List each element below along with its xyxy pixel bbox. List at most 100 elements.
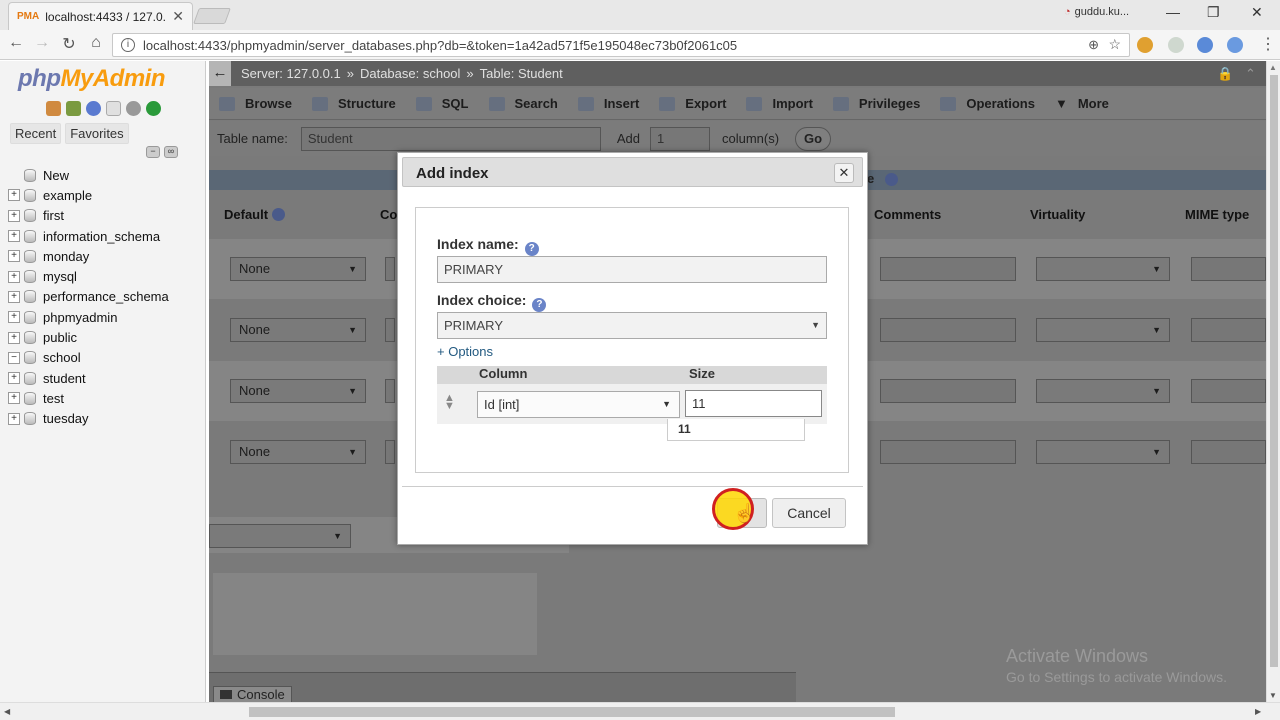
dialog-close-icon[interactable]: ✕: [834, 163, 854, 183]
expand-icon[interactable]: +: [8, 189, 20, 202]
scroll-up-icon[interactable]: ▲: [1269, 63, 1277, 72]
default-select[interactable]: None ▼: [230, 257, 366, 281]
add-columns-input[interactable]: 1: [649, 126, 710, 151]
reload-button[interactable]: ↻: [58, 34, 80, 54]
horizontal-scroll-thumb[interactable]: [249, 707, 895, 717]
collapse-icon[interactable]: −: [8, 351, 20, 364]
lock-icon[interactable]: 🔒: [1217, 66, 1233, 82]
help-icon[interactable]: [272, 208, 286, 221]
expand-icon[interactable]: +: [8, 311, 20, 324]
reload-nav-icon[interactable]: [146, 101, 161, 116]
tab-browse[interactable]: Browse: [209, 88, 302, 120]
tab-import[interactable]: Import: [736, 88, 822, 120]
tab-sql[interactable]: SQL: [406, 88, 479, 120]
scroll-right-icon[interactable]: ▶: [1255, 707, 1261, 716]
tree-item-new[interactable]: New: [8, 165, 169, 185]
comments-input[interactable]: [880, 318, 1016, 342]
comments-input[interactable]: [880, 257, 1016, 281]
tree-item-school[interactable]: − school: [8, 348, 169, 368]
expand-icon[interactable]: +: [8, 331, 20, 344]
tab-operations[interactable]: Operations: [930, 88, 1045, 120]
help-icon[interactable]: [86, 101, 101, 116]
default-select[interactable]: None ▼: [230, 318, 366, 342]
breadcrumb-server[interactable]: Server: 127.0.0.1: [241, 66, 341, 81]
profile-button[interactable]: ◔ guddu.ku...: [1064, 6, 1129, 18]
vertical-scrollbar[interactable]: ▲ ▼: [1266, 61, 1280, 702]
back-button[interactable]: ←: [5, 34, 27, 52]
collation-select[interactable]: [385, 440, 395, 464]
collation-select[interactable]: [385, 318, 395, 342]
breadcrumb-database[interactable]: Database: school: [360, 66, 460, 81]
tab-close-icon[interactable]: ✕: [172, 8, 184, 25]
tab-recent[interactable]: Recent: [10, 123, 62, 144]
mime-type-select[interactable]: [1191, 440, 1266, 464]
extension-icon[interactable]: [1227, 37, 1243, 53]
index-size-input[interactable]: 11: [685, 390, 822, 417]
help-icon[interactable]: ?: [524, 242, 539, 256]
collation-select[interactable]: [385, 257, 395, 281]
comments-input[interactable]: [880, 440, 1016, 464]
tree-item-test[interactable]: + test: [8, 388, 169, 408]
comments-input[interactable]: [880, 379, 1016, 403]
expand-icon[interactable]: +: [8, 270, 20, 283]
add-columns-go-button[interactable]: Go: [795, 126, 832, 151]
tree-item-information-schema[interactable]: + information_schema: [8, 226, 169, 246]
table-name-input[interactable]: Student: [300, 126, 601, 151]
storage-engine-select[interactable]: ▼: [209, 524, 351, 548]
size-autocomplete-suggestion[interactable]: 11: [667, 419, 805, 441]
mime-type-select[interactable]: [1191, 318, 1266, 342]
extension-icon[interactable]: [1197, 37, 1213, 53]
drag-handle-icon[interactable]: ▲ ▼: [444, 393, 455, 412]
tree-item-public[interactable]: + public: [8, 327, 169, 347]
scroll-down-icon[interactable]: ▼: [1269, 691, 1277, 700]
virtuality-select[interactable]: ▼: [1036, 379, 1170, 403]
extension-icon[interactable]: [1168, 37, 1184, 53]
expand-icon[interactable]: +: [8, 230, 20, 243]
zoom-icon[interactable]: ⊕: [1088, 37, 1099, 53]
index-choice-select[interactable]: PRIMARY ▼: [437, 312, 827, 339]
browser-tab[interactable]: PMA localhost:4433 / 127.0.0. ✕: [8, 2, 193, 30]
expand-icon[interactable]: +: [8, 290, 20, 303]
tab-export[interactable]: Export: [649, 88, 736, 120]
tree-item-mysql[interactable]: + mysql: [8, 266, 169, 286]
tree-item-student[interactable]: + student: [8, 368, 169, 388]
site-info-icon[interactable]: i: [121, 38, 135, 52]
help-icon[interactable]: [885, 173, 898, 186]
tab-more[interactable]: ▼ More: [1045, 88, 1119, 120]
virtuality-select[interactable]: ▼: [1036, 318, 1170, 342]
index-name-input[interactable]: PRIMARY: [437, 256, 827, 283]
home-icon[interactable]: [46, 101, 61, 116]
tab-search[interactable]: Search: [479, 88, 568, 120]
tree-item-monday[interactable]: + monday: [8, 246, 169, 266]
extension-icon[interactable]: [1137, 37, 1153, 53]
horizontal-scrollbar[interactable]: ◀ ▶: [0, 702, 1280, 720]
minimize-button[interactable]: —: [1166, 4, 1180, 20]
cancel-button[interactable]: Cancel: [772, 498, 846, 528]
expand-icon[interactable]: +: [8, 412, 20, 425]
phpmyadmin-logo[interactable]: phpMyAdmin: [18, 65, 165, 93]
console-toggle[interactable]: Console: [213, 686, 292, 702]
home-button[interactable]: ⌂: [85, 34, 107, 52]
virtuality-select[interactable]: ▼: [1036, 440, 1170, 464]
settings-gear-icon[interactable]: [126, 101, 141, 116]
close-window-button[interactable]: ✕: [1251, 4, 1263, 21]
default-select[interactable]: None ▼: [230, 379, 366, 403]
default-select[interactable]: None ▼: [230, 440, 366, 464]
forward-button[interactable]: →: [31, 34, 53, 52]
index-column-select[interactable]: Id [int] ▼: [477, 391, 680, 418]
expand-icon[interactable]: +: [8, 372, 20, 385]
scroll-top-icon[interactable]: ⌃: [1245, 66, 1256, 82]
restore-button[interactable]: ❐: [1207, 4, 1220, 21]
docs-icon[interactable]: [106, 101, 121, 116]
collapse-nav-button[interactable]: ←: [209, 61, 231, 86]
tab-favorites[interactable]: Favorites: [65, 123, 129, 144]
dialog-titlebar[interactable]: Add index ✕: [402, 157, 863, 187]
virtuality-select[interactable]: ▼: [1036, 257, 1170, 281]
mime-type-select[interactable]: [1191, 379, 1266, 403]
new-tab-button[interactable]: [193, 8, 231, 24]
breadcrumb-table[interactable]: Table: Student: [480, 66, 563, 81]
collapse-all-icon[interactable]: −: [146, 146, 160, 158]
tab-insert[interactable]: Insert: [568, 88, 649, 120]
bookmark-star-icon[interactable]: ☆: [1108, 36, 1121, 53]
link-with-main-icon[interactable]: ∞: [164, 146, 178, 158]
